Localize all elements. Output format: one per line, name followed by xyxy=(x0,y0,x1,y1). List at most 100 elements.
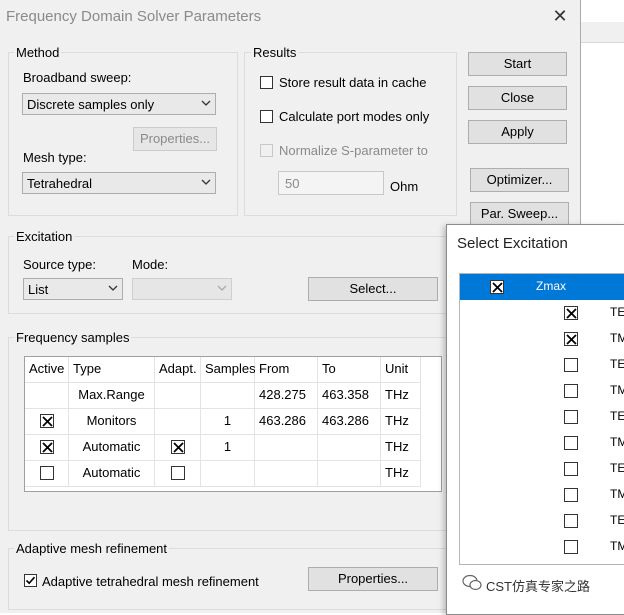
excitation-checkbox[interactable] xyxy=(564,410,578,424)
store-cache-checkbox[interactable] xyxy=(260,76,273,89)
column-header-type[interactable]: Type xyxy=(69,357,155,383)
table-cell[interactable]: Automatic xyxy=(69,435,155,461)
table-cell[interactable]: THz xyxy=(381,409,421,435)
list-item-label: TM xyxy=(610,435,624,449)
mesh-type-select[interactable]: Tetrahedral xyxy=(22,172,216,194)
list-item[interactable]: Zmax xyxy=(460,274,624,300)
list-item-label: Zmax xyxy=(536,279,566,293)
table-cell[interactable]: Automatic xyxy=(69,461,155,487)
list-item[interactable]: TM xyxy=(460,534,624,560)
table-cell[interactable] xyxy=(155,461,201,487)
list-item-label: TM xyxy=(610,487,624,501)
normalize-label: Normalize S-parameter to xyxy=(279,143,428,158)
list-item-label: TE xyxy=(610,513,624,527)
table-cell[interactable]: 463.286 xyxy=(318,409,381,435)
table-cell[interactable]: THz xyxy=(381,435,421,461)
table-cell[interactable]: THz xyxy=(381,383,421,409)
excitation-checkbox[interactable] xyxy=(490,280,504,294)
excitation-checkbox[interactable] xyxy=(564,306,578,320)
table-cell[interactable] xyxy=(201,461,255,487)
excitation-checkbox[interactable] xyxy=(564,358,578,372)
active-checkbox[interactable] xyxy=(40,414,54,428)
table-cell[interactable] xyxy=(25,383,69,409)
adaptive-tetra-checkbox[interactable] xyxy=(24,574,37,587)
column-header-unit[interactable]: Unit xyxy=(381,357,421,383)
table-cell[interactable] xyxy=(201,383,255,409)
checkmark-x-icon xyxy=(42,442,53,453)
excitation-checkbox[interactable] xyxy=(564,332,578,346)
list-item[interactable]: TM xyxy=(460,430,624,456)
table-cell[interactable]: Monitors xyxy=(69,409,155,435)
adaptive-tetra-label: Adaptive tetrahedral mesh refinement xyxy=(42,574,259,589)
table-cell[interactable]: 1 xyxy=(201,435,255,461)
table-cell[interactable] xyxy=(255,435,318,461)
list-item[interactable]: TM xyxy=(460,378,624,404)
table-cell[interactable] xyxy=(318,435,381,461)
active-checkbox[interactable] xyxy=(40,440,54,454)
apply-button[interactable]: Apply xyxy=(468,120,567,144)
mode-select[interactable] xyxy=(132,278,232,300)
table-cell[interactable] xyxy=(255,461,318,487)
checkmark-x-icon xyxy=(492,282,503,293)
column-header-to[interactable]: To xyxy=(318,357,381,383)
table-cell[interactable]: THz xyxy=(381,461,421,487)
list-item[interactable]: TM xyxy=(460,482,624,508)
column-header-active[interactable]: Active xyxy=(25,357,69,383)
broadband-sweep-select[interactable]: Discrete samples only xyxy=(22,93,216,115)
table-cell[interactable]: 463.358 xyxy=(318,383,381,409)
ohm-unit-label: Ohm xyxy=(390,179,419,194)
table-cell[interactable] xyxy=(25,461,69,487)
mesh-type-value: Tetrahedral xyxy=(27,176,93,191)
select-excitation-button[interactable]: Select... xyxy=(308,277,438,301)
excitation-checkbox[interactable] xyxy=(564,384,578,398)
close-icon[interactable]: ✕ xyxy=(548,4,572,28)
checkmark-icon xyxy=(25,576,36,585)
active-checkbox[interactable] xyxy=(40,466,54,480)
par-sweep-button[interactable]: Par. Sweep... xyxy=(470,202,569,226)
optimizer-button[interactable]: Optimizer... xyxy=(470,168,569,192)
list-item-label: TE xyxy=(610,305,624,319)
column-header-adapt[interactable]: Adapt. xyxy=(155,357,201,383)
list-item[interactable]: TE xyxy=(460,300,624,326)
list-item[interactable]: TM xyxy=(460,326,624,352)
normalize-impedance-input[interactable]: 50 xyxy=(278,171,384,195)
start-button[interactable]: Start xyxy=(468,52,567,76)
chevron-down-icon xyxy=(201,179,211,185)
table-cell[interactable]: 463.286 xyxy=(255,409,318,435)
column-header-samples[interactable]: Samples xyxy=(201,357,256,383)
list-item[interactable]: TE xyxy=(460,456,624,482)
excitation-checkbox[interactable] xyxy=(564,488,578,502)
table-cell[interactable]: 1 xyxy=(201,409,255,435)
frequency-samples-table[interactable]: Active Type Adapt. Samples From To Unit … xyxy=(24,356,442,492)
table-cell[interactable] xyxy=(155,435,201,461)
table-cell[interactable] xyxy=(318,461,381,487)
wechat-icon xyxy=(462,574,482,591)
table-cell xyxy=(155,383,201,409)
excitation-checkbox[interactable] xyxy=(564,540,578,554)
background-toolbar xyxy=(580,22,624,43)
adapt-checkbox[interactable] xyxy=(171,466,185,480)
table-cell[interactable] xyxy=(25,435,69,461)
table-cell[interactable] xyxy=(25,409,69,435)
port-modes-checkbox[interactable] xyxy=(260,110,273,123)
close-button[interactable]: Close xyxy=(468,86,567,110)
excitation-checkbox[interactable] xyxy=(564,436,578,450)
chevron-down-icon xyxy=(201,100,211,106)
adaptive-properties-button[interactable]: Properties... xyxy=(308,567,438,591)
method-properties-button[interactable]: Properties... xyxy=(133,127,217,151)
popup-title: Select Excitation xyxy=(457,235,568,252)
excitation-list[interactable]: Zmax TE TM TE TM TE TM xyxy=(459,273,624,565)
mesh-type-label: Mesh type: xyxy=(23,150,87,165)
list-item-label: TM xyxy=(610,331,624,345)
table-cell[interactable]: 428.275 xyxy=(255,383,318,409)
list-item[interactable]: TE xyxy=(460,404,624,430)
adapt-checkbox[interactable] xyxy=(171,440,185,454)
list-item[interactable]: TE xyxy=(460,352,624,378)
source-type-select[interactable]: List xyxy=(23,278,123,300)
normalize-checkbox[interactable] xyxy=(260,144,273,157)
excitation-checkbox[interactable] xyxy=(564,462,578,476)
list-item[interactable]: TE xyxy=(460,508,624,534)
list-item-label: TE xyxy=(610,409,624,423)
column-header-from[interactable]: From xyxy=(255,357,318,383)
excitation-checkbox[interactable] xyxy=(564,514,578,528)
